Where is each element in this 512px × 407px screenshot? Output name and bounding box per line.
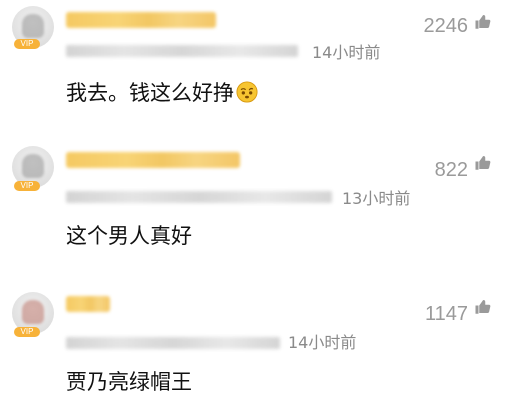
thumb-up-icon[interactable] — [474, 154, 492, 172]
comment-item: VIP 822 13小时前 这个男人真好 — [0, 130, 512, 260]
device-source-blurred — [66, 191, 332, 203]
dizzy-face-emoji — [236, 81, 258, 103]
comment-text: 贾乃亮绿帽王 — [66, 370, 192, 394]
like-count: 1147 — [424, 303, 468, 325]
thumb-up-icon[interactable] — [474, 298, 492, 316]
username-blurred[interactable] — [66, 296, 110, 312]
vip-badge: VIP — [14, 181, 40, 191]
comment-time: 14小时前 — [288, 333, 357, 352]
username-blurred[interactable] — [66, 12, 216, 28]
device-source-blurred — [66, 337, 280, 349]
comment-text-content: 我去。钱这么好挣 — [66, 81, 234, 105]
comment-time: 13小时前 — [342, 189, 411, 208]
comment-text: 这个男人真好 — [66, 224, 192, 248]
comment-item: VIP 2246 14小时前 我去。钱这么好挣 — [0, 0, 512, 120]
comment-item: VIP 1147 14小时前 贾乃亮绿帽王 — [0, 270, 512, 407]
vip-badge: VIP — [14, 39, 40, 49]
device-source-blurred — [66, 45, 298, 57]
comment-text: 我去。钱这么好挣 — [66, 80, 258, 106]
like-count: 822 — [434, 159, 468, 181]
like-count: 2246 — [423, 15, 469, 37]
thumb-up-icon[interactable] — [474, 13, 492, 31]
username-blurred[interactable] — [66, 152, 240, 168]
vip-badge: VIP — [14, 327, 40, 337]
comment-time: 14小时前 — [312, 43, 381, 62]
